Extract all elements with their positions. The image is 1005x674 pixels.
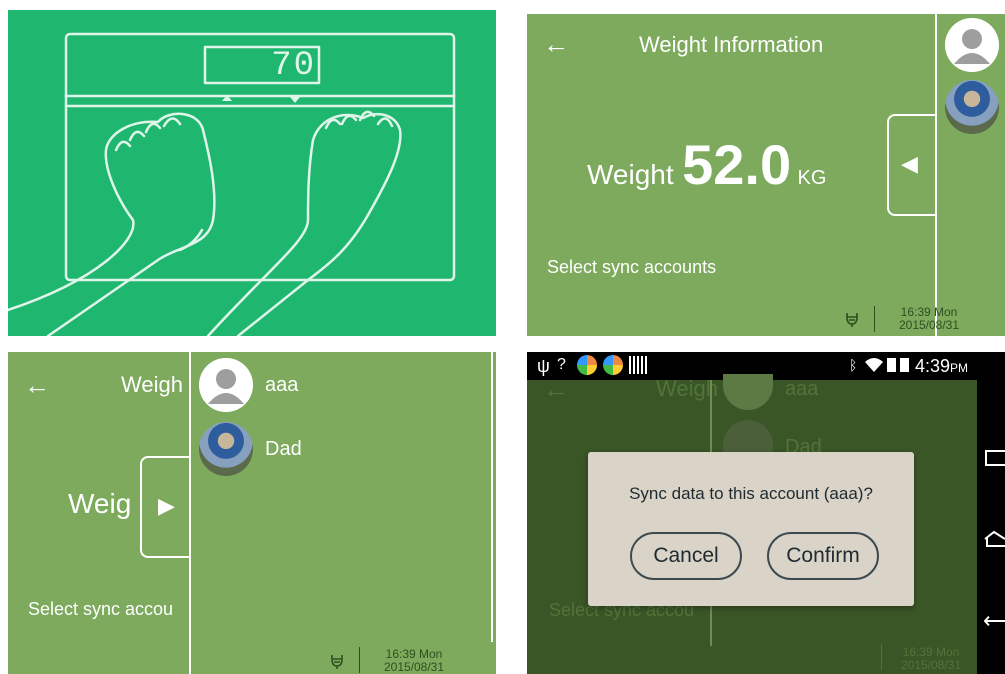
status-date: 2015/08/31 xyxy=(383,660,445,674)
status-clock-dimmed: 16:39 Mon 2015/08/31 xyxy=(891,646,971,672)
weight-label: Weight xyxy=(587,159,674,190)
back-arrow-icon[interactable]: ← xyxy=(24,372,50,398)
sync-confirm-dialog: Sync data to this account (aaa)? Cancel … xyxy=(588,452,914,606)
back-arrow-icon[interactable]: ← xyxy=(543,31,569,57)
scale-down-indicator xyxy=(290,97,300,103)
account-avatar-photo xyxy=(199,422,253,476)
weight-readout: Weight 52.0 KG xyxy=(587,132,826,197)
android-nav-bar: ⟵ xyxy=(977,380,1005,674)
app-notification-icon xyxy=(603,355,623,375)
wifi-icon xyxy=(865,358,883,372)
account-name: Dad xyxy=(265,438,302,460)
page-title: Weight Information xyxy=(639,32,824,57)
scale-feet-illustration xyxy=(8,32,456,336)
page-title-partial: Weigh xyxy=(121,372,183,397)
account-name: aaa xyxy=(265,374,299,396)
account-avatar-default xyxy=(199,358,253,412)
status-date: 2015/08/31 xyxy=(898,318,960,332)
dialog-message: Sync data to this account (aaa)? xyxy=(629,484,873,503)
account-drawer: aaa Dad xyxy=(189,352,491,674)
status-divider xyxy=(359,647,360,673)
barcode-icon xyxy=(629,356,647,374)
plug-icon xyxy=(331,655,343,669)
weight-unit: KG xyxy=(797,167,827,189)
sim-icon xyxy=(887,358,896,372)
weight-info-screen: ← Weight Information Weight 52.0 KG Sele… xyxy=(527,14,1005,336)
page-title-partial-dimmed: Weigh xyxy=(656,376,718,401)
account-item-aaa[interactable]: aaa xyxy=(189,352,489,412)
drawer-edge-divider xyxy=(935,14,937,336)
home-icon[interactable] xyxy=(983,530,1005,548)
confirm-button[interactable]: Confirm xyxy=(767,532,879,580)
status-bar-clock: 4:39PM xyxy=(915,356,968,377)
weight-label-partial: Weig xyxy=(68,488,132,519)
status-divider xyxy=(874,306,875,332)
status-date-dimmed: 2015/08/31 xyxy=(900,658,962,672)
recent-apps-icon[interactable] xyxy=(985,450,1005,466)
scale-illustration-panel: 70 xyxy=(8,10,496,336)
avatar-dimmed xyxy=(723,374,773,410)
status-divider-dimmed xyxy=(881,644,882,670)
select-sync-accounts-label: Select sync accounts xyxy=(547,257,717,277)
drawer-close-icon: ▶ xyxy=(158,493,175,518)
app-notification-icon xyxy=(577,355,597,375)
account-drawer-screen: ← Weigh Weig Select sync accou aaa Dad ▶ xyxy=(8,352,496,674)
screen-right-edge xyxy=(491,352,493,642)
user-silhouette-icon xyxy=(199,358,253,412)
account-avatar-default[interactable] xyxy=(945,18,999,72)
status-clock: 16:39 Mon 2015/08/31 xyxy=(374,648,454,674)
status-bar-time: 4:39 xyxy=(915,356,951,376)
select-sync-partial: Select sync accou xyxy=(28,599,174,619)
sync-confirm-screen: ψ ? ᛒ 4:39PM ⟵ ← Weigh aaa Dad Select sy… xyxy=(527,352,1005,674)
status-clock: 16:39 Mon 2015/08/31 xyxy=(889,306,969,332)
battery-icon xyxy=(900,358,909,372)
drawer-open-icon: ◀ xyxy=(901,151,918,176)
account-avatar-photo[interactable] xyxy=(945,80,999,134)
scale-display-reading: 70 xyxy=(271,47,316,85)
user-silhouette-icon xyxy=(945,18,999,72)
status-bar-ampm: PM xyxy=(950,361,969,375)
bluetooth-icon: ᛒ xyxy=(849,357,858,373)
back-arrow-icon-dimmed: ← xyxy=(543,374,569,404)
back-nav-icon[interactable]: ⟵ xyxy=(983,608,1005,634)
account-name-dimmed: aaa xyxy=(785,378,819,400)
drawer-handle[interactable]: ◀ xyxy=(887,114,937,216)
plug-icon xyxy=(846,313,858,327)
account-item-dad[interactable]: Dad xyxy=(189,418,489,478)
wifi-question-icon: ? xyxy=(557,356,566,373)
drawer-handle[interactable]: ▶ xyxy=(140,456,191,558)
weight-value: 52.0 xyxy=(682,133,792,196)
cancel-button[interactable]: Cancel xyxy=(630,532,742,580)
